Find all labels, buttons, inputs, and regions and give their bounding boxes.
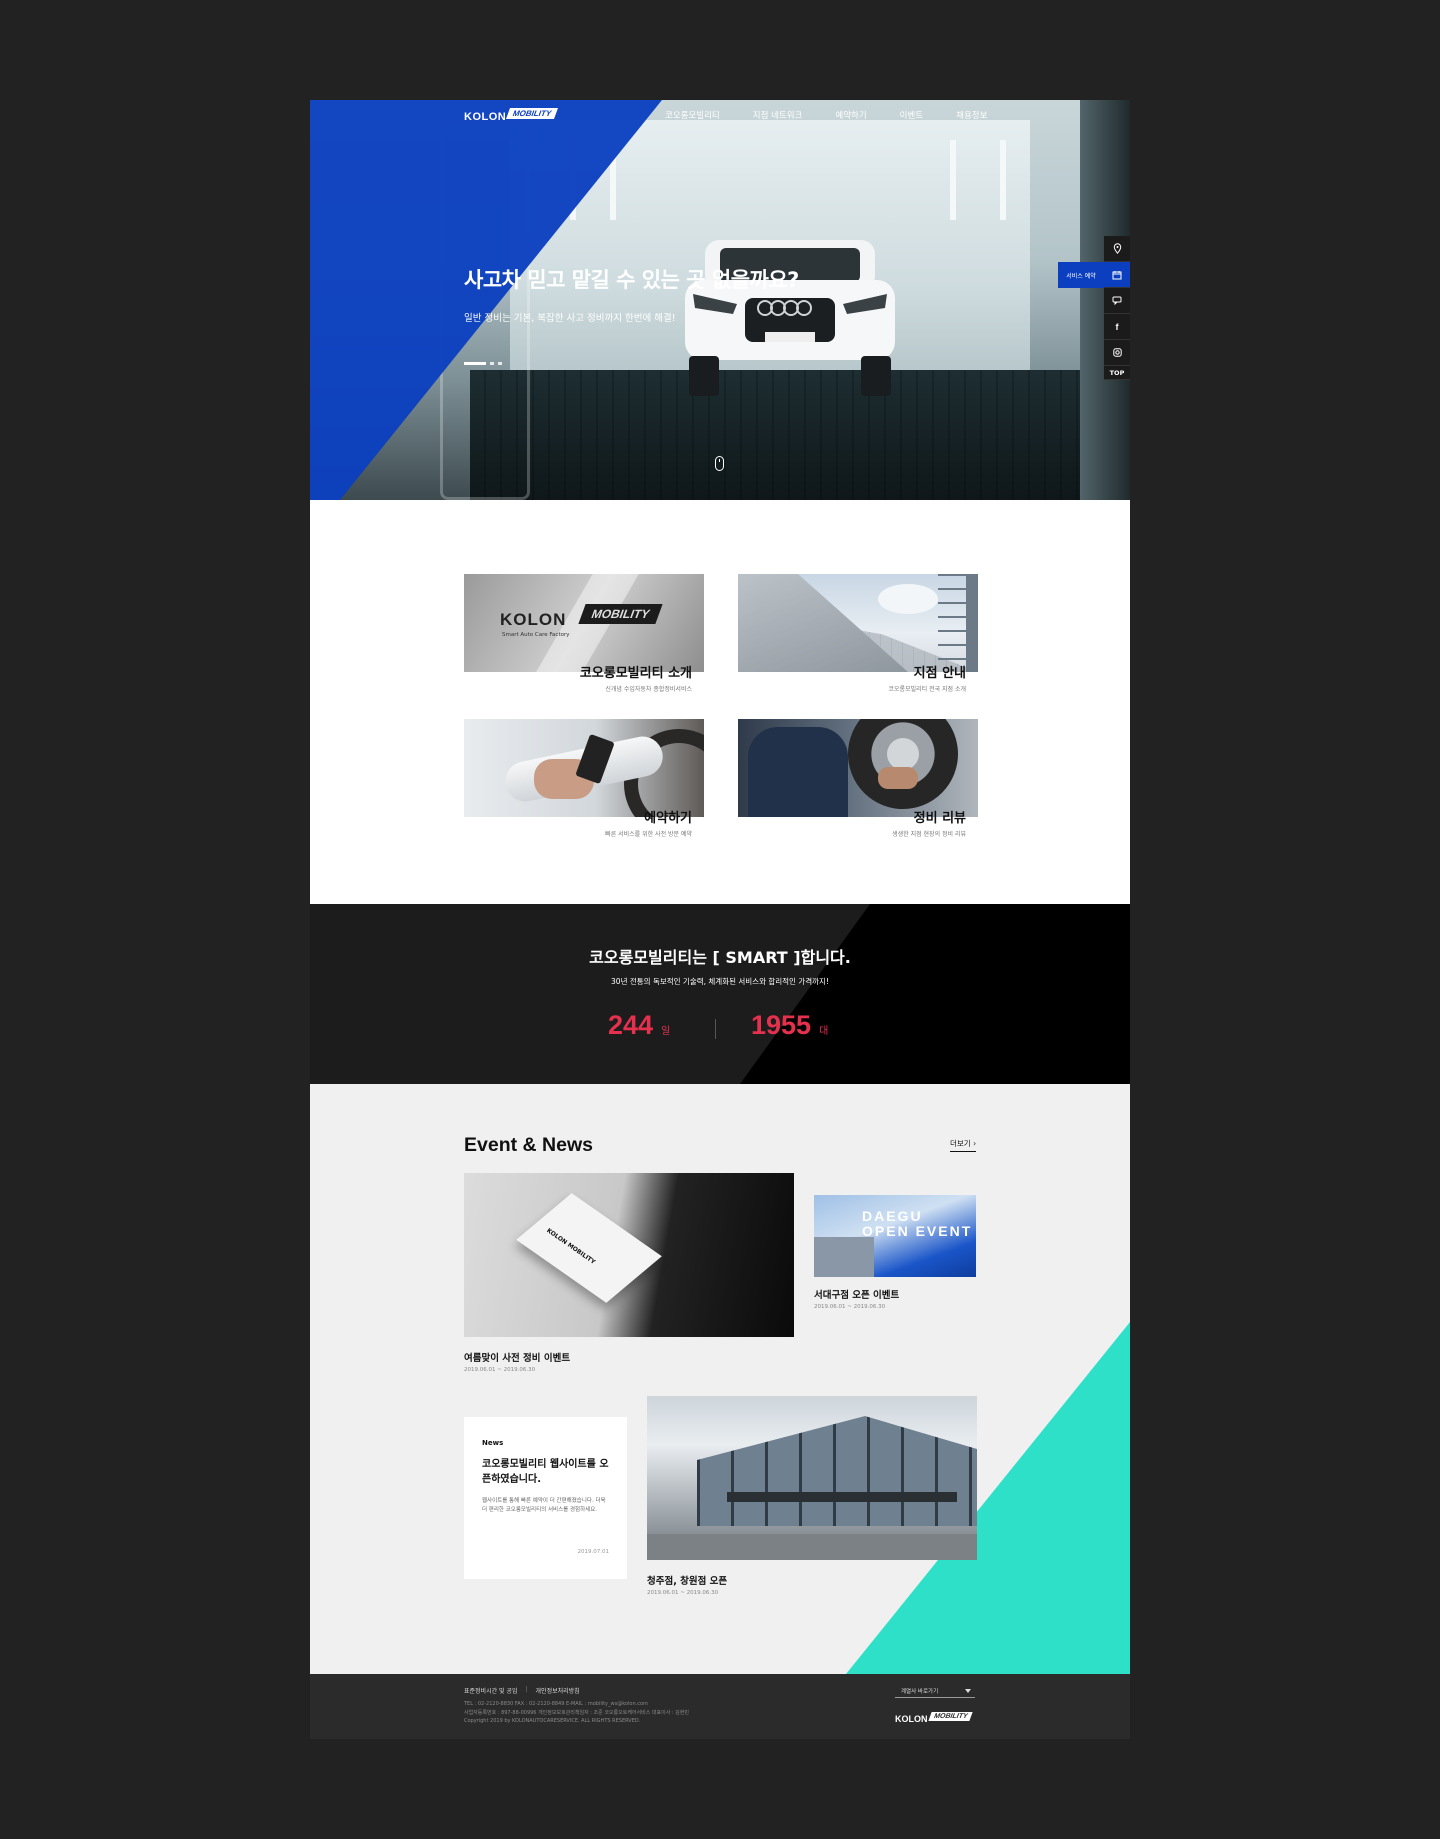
- news-title: 코오롱모빌리티 웹사이트를 오픈하였습니다.: [482, 1459, 609, 1485]
- menu-item-reservation[interactable]: 예약하기: [835, 109, 866, 121]
- service-cards: KOLON MOBILITY Smart Auto Care Factory 코…: [464, 574, 978, 844]
- slider-dot[interactable]: [490, 362, 494, 365]
- chat-icon[interactable]: [1104, 288, 1130, 314]
- slider-pagination: [464, 362, 502, 365]
- news-card[interactable]: News 코오롱모빌리티 웹사이트를 오픈하였습니다. 웹사이트를 통해 빠른 …: [464, 1417, 627, 1579]
- service-card-reservation[interactable]: 예약하기 빠른 서비스를 위한 사전 방문 예약: [464, 719, 704, 838]
- hero-car-image: [685, 240, 895, 396]
- service-desc: 코오롱모빌리티 전국 지점 소개: [888, 686, 966, 693]
- event-date: 2019.06.01 ~ 2019.06.30: [647, 1590, 719, 1596]
- smart-section: 코오롱모빌리티는 [ SMART ]합니다. 30년 전통의 독보적인 기술력,…: [310, 904, 1130, 1084]
- footer-logo: KOLON MOBILITY: [895, 1712, 973, 1724]
- event-date: 2019.06.01 ~ 2019.06.30: [464, 1367, 536, 1373]
- location-icon[interactable]: [1104, 236, 1130, 262]
- service-reservation-tab[interactable]: 서비스 예약: [1058, 262, 1104, 288]
- news-body: 웹사이트를 통해 빠른 예약이 더 간편해졌습니다. 더욱 더 편리한 코오롱모…: [482, 1498, 606, 1513]
- footer-links: 표준정비시간 및 공임 | 개인정보처리방침: [464, 1686, 580, 1695]
- service-title: 지점 안내: [913, 666, 966, 681]
- slider-dot[interactable]: [498, 362, 502, 365]
- service-title: 코오롱모빌리티 소개: [579, 666, 692, 681]
- service-image-reservation: [464, 719, 704, 817]
- stat-divider: [715, 1019, 716, 1039]
- hero-banner: KOLON MOBILITY 코오롱모빌리티 지점 네트워크 예약하기 이벤트 …: [310, 100, 1130, 500]
- footer-info: TEL : 02-2120-8830 FAX : 02-2120-8849 E-…: [464, 1701, 689, 1724]
- page: KOLON MOBILITY 코오롱모빌리티 지점 네트워크 예약하기 이벤트 …: [310, 100, 1130, 1739]
- main-menu: 코오롱모빌리티 지점 네트워크 예약하기 이벤트 채용정보: [665, 109, 1020, 121]
- service-card-branch[interactable]: 지점 안내 코오롱모빌리티 전국 지점 소개: [738, 574, 978, 693]
- news-tag: News: [482, 1439, 504, 1447]
- calendar-icon[interactable]: [1104, 262, 1130, 288]
- menu-item-event[interactable]: 이벤트: [900, 109, 923, 121]
- caret-down-icon: [965, 1688, 971, 1693]
- service-card-company[interactable]: KOLON MOBILITY Smart Auto Care Factory 코…: [464, 574, 704, 693]
- event-title[interactable]: 청주점, 창원점 오픈: [647, 1573, 727, 1587]
- service-image-branch: [738, 574, 978, 672]
- more-link[interactable]: 더보기 ›: [950, 1138, 977, 1152]
- event-news-section: Event & News 더보기 › KOLON MOBILITY 여름맞이 사…: [310, 1084, 1130, 1674]
- event-image-summer[interactable]: KOLON MOBILITY: [464, 1173, 794, 1337]
- instagram-icon[interactable]: [1104, 340, 1130, 366]
- site-logo[interactable]: KOLON MOBILITY: [464, 108, 559, 123]
- news-date: 2019.07.01: [577, 1549, 610, 1555]
- scroll-top-button[interactable]: TOP: [1104, 366, 1130, 380]
- hero-title: 사고차 믿고 맡길 수 있는 곳 없을까요?: [464, 268, 799, 292]
- smart-title: 코오롱모빌리티는 [ SMART ]합니다.: [589, 948, 851, 967]
- event-title[interactable]: 여름맞이 사전 정비 이벤트: [464, 1350, 570, 1364]
- hero-subtitle: 일반 정비는 기본, 복잡한 사고 정비까지 한번에 해결!: [464, 313, 676, 324]
- menu-item-recruit[interactable]: 채용정보: [956, 109, 987, 121]
- service-desc: 생생한 지점 현장의 정비 리뷰: [892, 831, 966, 838]
- footer-link-labor[interactable]: 표준정비시간 및 공임: [464, 1686, 518, 1695]
- menu-item-network[interactable]: 지점 네트워크: [753, 109, 803, 121]
- quick-menu: f TOP: [1104, 236, 1130, 380]
- menu-item-company[interactable]: 코오롱모빌리티: [665, 109, 720, 121]
- facebook-icon[interactable]: f: [1104, 314, 1130, 340]
- service-desc: 신개념 수입자동차 종합정비서비스: [605, 686, 692, 693]
- event-date: 2019.06.01 ~ 2019.06.30: [814, 1304, 886, 1310]
- family-site-select[interactable]: 계열사 바로가기: [895, 1684, 975, 1698]
- smart-subtitle: 30년 전통의 독보적인 기술력, 체계화된 서비스와 합리적인 가격까지!: [611, 977, 829, 986]
- service-title: 예약하기: [644, 811, 692, 826]
- event-image-daegu[interactable]: DAEGU OPEN EVENT: [814, 1195, 976, 1277]
- slider-dot-active[interactable]: [464, 362, 486, 365]
- service-card-review[interactable]: 정비 리뷰 생생한 지점 현장의 정비 리뷰: [738, 719, 978, 838]
- service-desc: 빠른 서비스를 위한 사전 방문 예약: [605, 831, 692, 838]
- top-navigation: KOLON MOBILITY 코오롱모빌리티 지점 네트워크 예약하기 이벤트 …: [310, 100, 1130, 132]
- stat-days: 244 일: [608, 1010, 671, 1040]
- footer: 표준정비시간 및 공임 | 개인정보처리방침 TEL : 02-2120-883…: [310, 1674, 1130, 1739]
- event-image-store[interactable]: [647, 1396, 977, 1560]
- service-title: 정비 리뷰: [913, 811, 966, 826]
- scroll-mouse-icon[interactable]: [715, 456, 724, 471]
- event-title[interactable]: 서대구점 오픈 이벤트: [814, 1287, 899, 1301]
- chevron-right-icon: ›: [973, 1139, 977, 1148]
- section-title: Event & News: [464, 1134, 593, 1156]
- service-image-review: [738, 719, 978, 817]
- stat-cars: 1955 대: [751, 1010, 829, 1040]
- service-image-company: KOLON MOBILITY Smart Auto Care Factory: [464, 574, 704, 672]
- footer-link-privacy[interactable]: 개인정보처리방침: [536, 1686, 580, 1695]
